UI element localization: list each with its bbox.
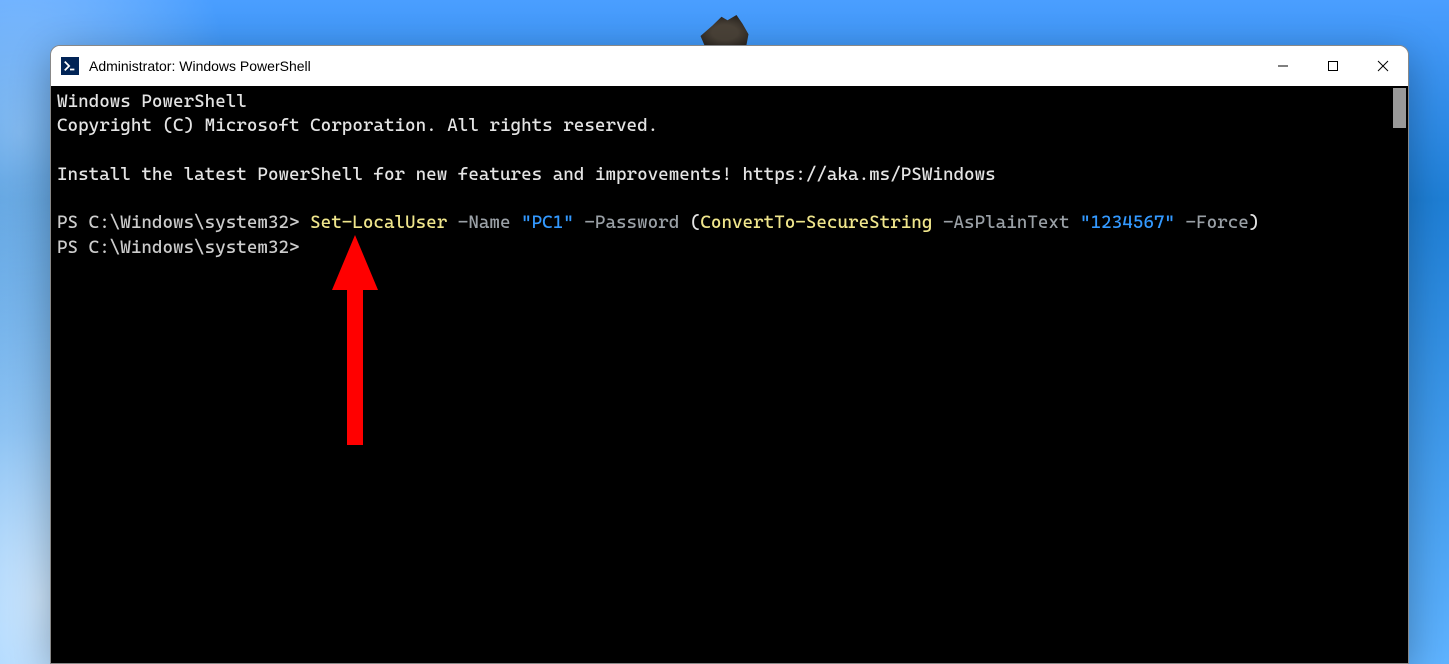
scrollbar-thumb[interactable] <box>1393 88 1406 128</box>
terminal-container: Windows PowerShell Copyright (C) Microso… <box>51 86 1408 663</box>
param-password: -Password <box>584 212 679 233</box>
banner-copyright: Copyright (C) Microsoft Corporation. All… <box>57 115 658 136</box>
param-name: -Name <box>458 212 511 233</box>
value-password: "1234567" <box>1080 212 1175 233</box>
value-name: "PC1" <box>521 212 574 233</box>
window-titlebar[interactable]: Administrator: Windows PowerShell <box>51 46 1408 86</box>
window-title: Administrator: Windows PowerShell <box>89 58 1258 74</box>
terminal-output[interactable]: Windows PowerShell Copyright (C) Microso… <box>51 86 1391 663</box>
scrollbar[interactable] <box>1391 86 1408 663</box>
param-asplain: -AsPlainText <box>943 212 1070 233</box>
paren-close: ) <box>1249 212 1260 233</box>
minimize-button[interactable] <box>1258 46 1308 86</box>
install-hint: Install the latest PowerShell for new fe… <box>57 164 996 185</box>
banner-line: Windows PowerShell <box>57 91 247 112</box>
ps-prompt-empty: PS C:\Windows\system32> <box>57 237 300 258</box>
close-button[interactable] <box>1358 46 1408 86</box>
ps-prompt: PS C:\Windows\system32> <box>57 212 300 233</box>
powershell-window: Administrator: Windows PowerShell Window… <box>50 45 1409 664</box>
window-controls <box>1258 46 1408 86</box>
cmdlet: Set-LocalUser <box>310 212 447 233</box>
powershell-icon <box>61 57 79 75</box>
paren-open: ( <box>690 212 701 233</box>
maximize-button[interactable] <box>1308 46 1358 86</box>
convert-cmdlet: ConvertTo-SecureString <box>700 212 932 233</box>
param-force: -Force <box>1186 212 1249 233</box>
